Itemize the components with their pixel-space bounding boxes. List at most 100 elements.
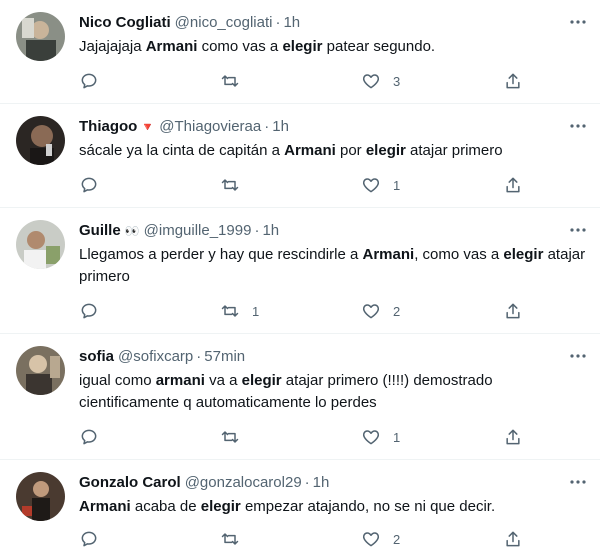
tweet-actions: 1: [79, 426, 529, 448]
share-icon: [506, 73, 520, 89]
tweet-actions: 1 2: [79, 300, 529, 322]
timestamp[interactable]: 1h: [283, 14, 300, 31]
text-part-bold: Armani: [284, 142, 336, 159]
user-handle[interactable]: @gonzalocarol29: [185, 474, 302, 491]
tweet-body: Gonzalo Carol @gonzalocarol29 · 1h Armani a…: [79, 472, 590, 518]
text-part: como vas a: [197, 38, 283, 55]
reply-button[interactable]: [79, 426, 111, 448]
tweet[interactable]: Nico Cogliati @nico_cogliati · 1h Jajajajaj…: [0, 0, 600, 104]
text-part-bold: elegir: [503, 246, 544, 263]
retweet-button[interactable]: [220, 70, 252, 92]
tweet-header: Nico Cogliati @nico_cogliati · 1h: [79, 12, 590, 34]
share-icon: [506, 531, 520, 547]
text-part: sácale ya la cinta de capitán a: [79, 142, 285, 159]
like-button[interactable]: 2: [361, 528, 400, 550]
timestamp[interactable]: 1h: [313, 474, 330, 491]
avatar[interactable]: [16, 116, 65, 165]
retweet-button[interactable]: [220, 528, 252, 550]
like-icon: [362, 304, 380, 319]
avatar[interactable]: [16, 346, 65, 395]
tweet-actions: 1: [79, 174, 529, 196]
text-part: patear segundo.: [322, 38, 436, 55]
tweet-header: sofia @sofixcarp · 57min: [79, 346, 590, 368]
display-name[interactable]: Nico Cogliati: [79, 14, 171, 31]
display-name[interactable]: Thiagoo: [79, 118, 137, 135]
retweet-button[interactable]: 1: [220, 300, 259, 322]
user-handle[interactable]: @nico_cogliati: [175, 14, 273, 31]
like-icon: [362, 178, 380, 193]
retweet-icon: [221, 431, 239, 443]
share-button[interactable]: [503, 174, 523, 196]
reply-button[interactable]: [79, 70, 111, 92]
tweet[interactable]: sofia @sofixcarp · 57min igual como armani …: [0, 334, 600, 460]
share-button[interactable]: [503, 300, 523, 322]
like-button[interactable]: 1: [361, 426, 400, 448]
text-part-bold: elegir: [241, 372, 282, 389]
reply-button[interactable]: [79, 300, 111, 322]
tweet-header: Thiagoo 🔻 @Thiagovieraa · 1h: [79, 116, 590, 138]
tweet[interactable]: Thiagoo 🔻 @Thiagovieraa · 1h sácale ya la ci…: [0, 104, 600, 208]
timestamp[interactable]: 1h: [272, 118, 289, 135]
display-name[interactable]: Guille: [79, 222, 121, 239]
user-handle[interactable]: @Thiagovieraa: [159, 118, 261, 135]
text-part: Llegamos a perder y hay que rescindirle …: [79, 246, 363, 263]
like-count: 1: [393, 429, 401, 445]
tweet-actions: 2: [79, 528, 529, 550]
text-part-bold: elegir: [365, 142, 406, 159]
text-part: Jajajajaja: [79, 38, 146, 55]
user-handle[interactable]: @sofixcarp: [118, 348, 193, 365]
reply-button[interactable]: [79, 528, 111, 550]
separator-dot: ·: [254, 222, 260, 239]
like-button[interactable]: 3: [361, 70, 400, 92]
reply-icon: [81, 429, 97, 445]
tweet[interactable]: Gonzalo Carol @gonzalocarol29 · 1h Armani a…: [0, 460, 600, 559]
like-icon: [362, 430, 380, 445]
like-count: 2: [393, 303, 401, 319]
user-handle[interactable]: @imguille_1999: [144, 222, 252, 239]
share-button[interactable]: [503, 528, 523, 550]
like-button[interactable]: 2: [361, 300, 400, 322]
display-name[interactable]: Gonzalo Carol: [79, 474, 181, 491]
like-button[interactable]: 1: [361, 174, 400, 196]
reply-icon: [81, 73, 97, 89]
share-icon: [506, 303, 520, 319]
retweet-button[interactable]: [220, 426, 252, 448]
tweet-text: sácale ya la cinta de capitán a Armani p…: [79, 140, 590, 162]
reply-icon: [81, 177, 97, 193]
retweet-button[interactable]: [220, 174, 252, 196]
name-emoji: 🔻: [140, 120, 156, 134]
text-part: , como vas a: [414, 246, 504, 263]
like-icon: [362, 74, 380, 89]
text-part: empezar atajando, no se ni que decir.: [240, 498, 496, 515]
tweet-actions: 3: [79, 70, 529, 92]
tweet-body: sofia @sofixcarp · 57min igual como armani …: [79, 346, 590, 414]
tweet-header: Gonzalo Carol @gonzalocarol29 · 1h: [79, 472, 590, 494]
retweet-icon: [221, 305, 239, 317]
tweet-body: Nico Cogliati @nico_cogliati · 1h Jajajajaj…: [79, 12, 590, 58]
text-part-bold: elegir: [200, 498, 241, 515]
avatar[interactable]: [16, 12, 65, 61]
name-emoji: 👀: [124, 224, 140, 238]
avatar[interactable]: [16, 220, 65, 269]
tweet-text: Armani acaba de elegir empezar atajando,…: [79, 496, 590, 518]
tweet[interactable]: Guille 👀 @imguille_1999 · 1h Llegamos a perd…: [0, 208, 600, 334]
share-button[interactable]: [503, 426, 523, 448]
text-part: va a: [204, 372, 242, 389]
text-part: igual como: [79, 372, 156, 389]
avatar[interactable]: [16, 472, 65, 521]
tweet-body: Guille 👀 @imguille_1999 · 1h Llegamos a perd…: [79, 220, 590, 288]
separator-dot: ·: [304, 474, 310, 491]
separator-dot: ·: [196, 348, 202, 365]
timestamp[interactable]: 57min: [204, 348, 245, 365]
tweet-text: Llegamos a perder y hay que rescindirle …: [79, 244, 590, 288]
tweet-header: Guille 👀 @imguille_1999 · 1h: [79, 220, 590, 242]
share-icon: [506, 429, 520, 445]
like-icon: [362, 532, 380, 547]
display-name[interactable]: sofia: [79, 348, 114, 365]
text-part-bold: Armani: [79, 498, 131, 515]
reply-button[interactable]: [79, 174, 111, 196]
like-count: 1: [393, 177, 401, 193]
timestamp[interactable]: 1h: [262, 222, 279, 239]
tweet-text: Jajajajaja Armani como vas a elegir pate…: [79, 36, 590, 58]
share-button[interactable]: [503, 70, 523, 92]
